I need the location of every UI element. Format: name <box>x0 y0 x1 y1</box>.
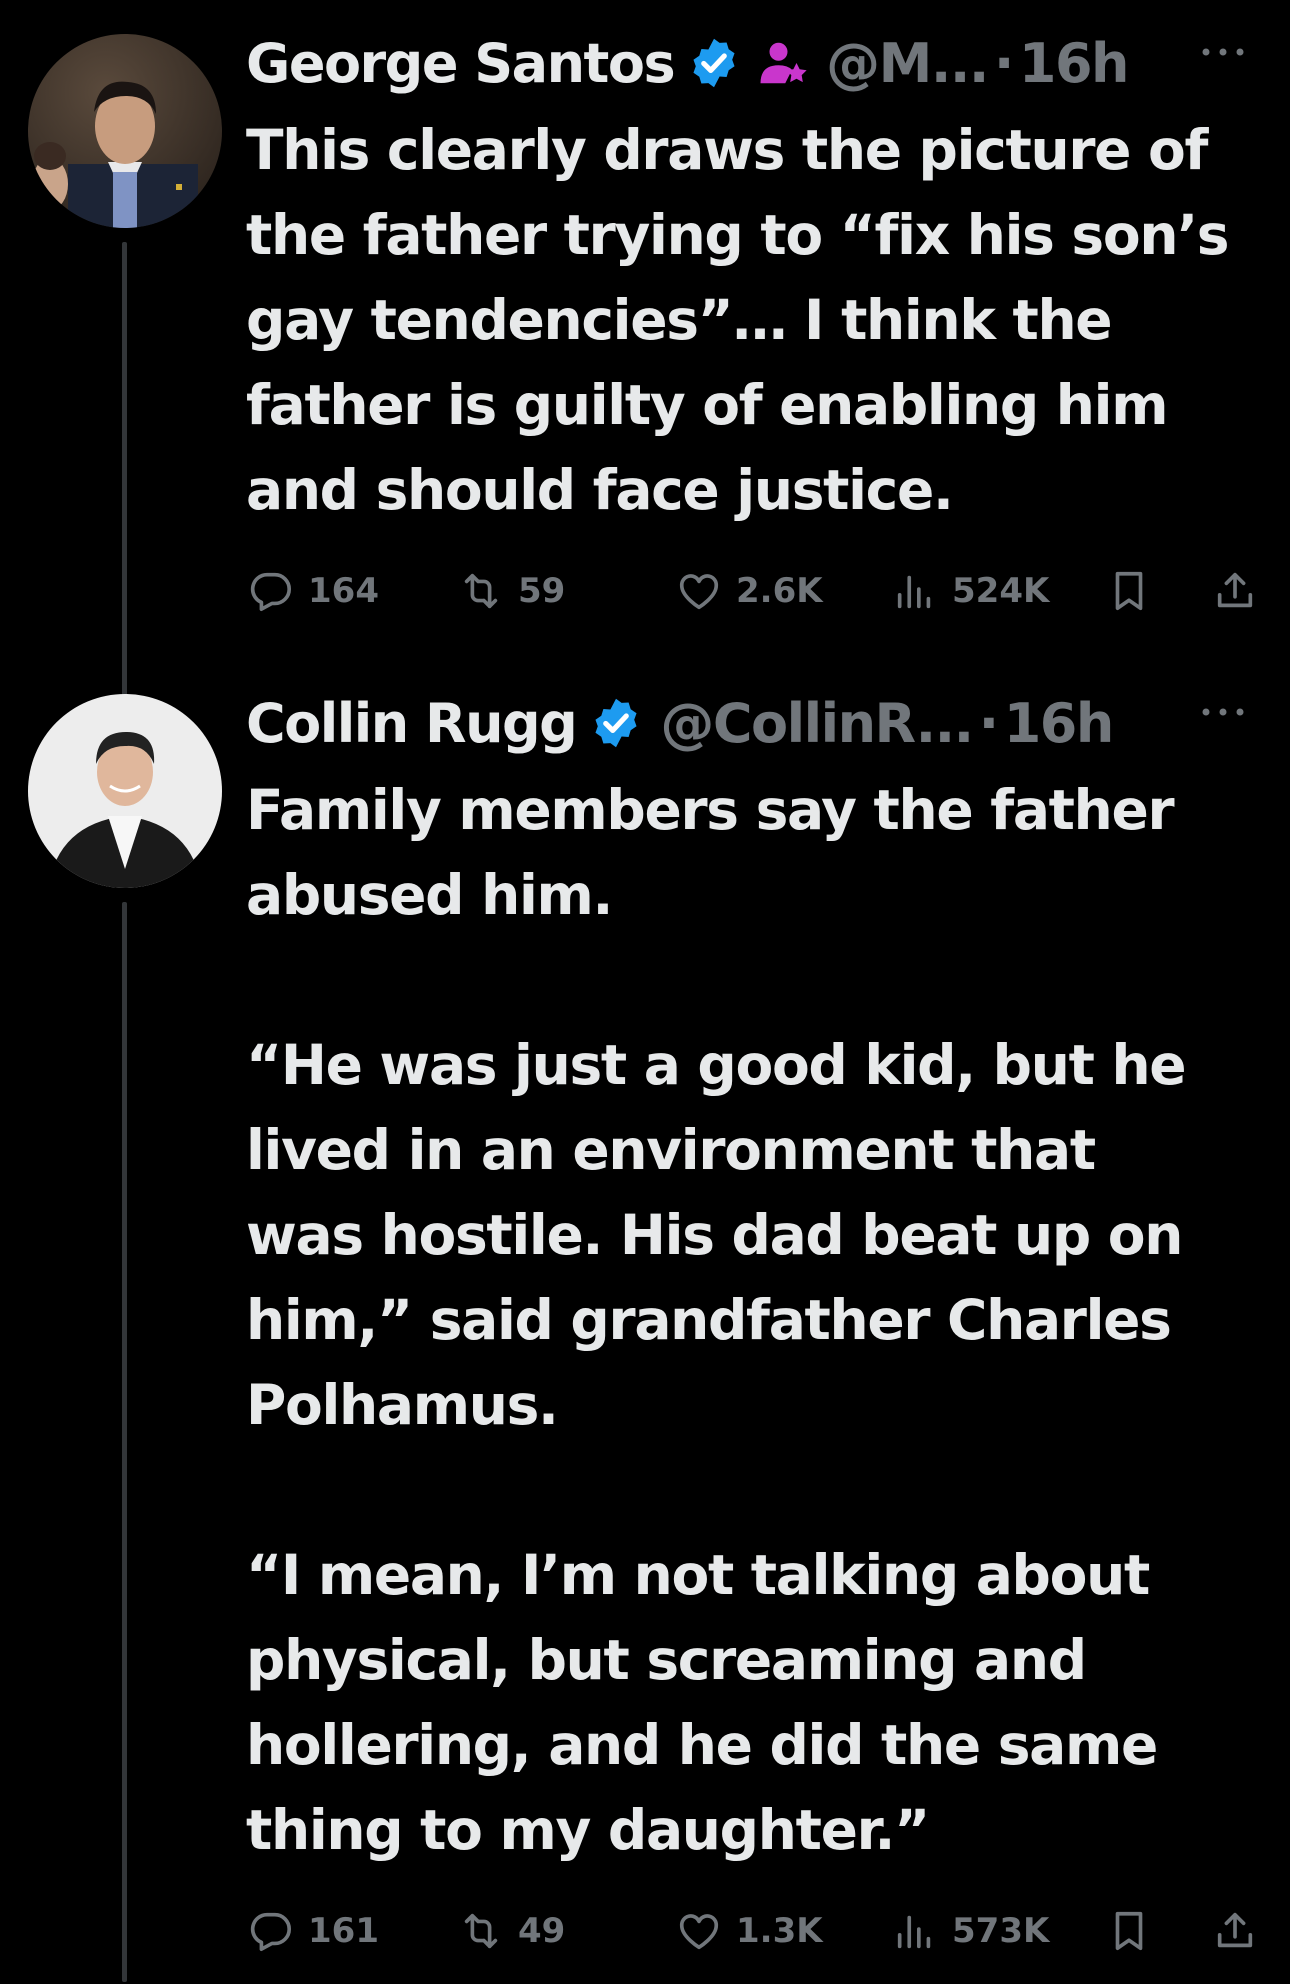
action-bar: 161 49 1.3K 573K <box>246 1901 1256 1961</box>
bookmark-button[interactable] <box>1106 561 1152 621</box>
views-count: 524K <box>952 571 1050 611</box>
more-icon[interactable] <box>1198 42 1248 62</box>
share-button[interactable] <box>1212 1901 1258 1961</box>
thread-line <box>122 242 127 708</box>
views-button[interactable]: 573K <box>892 1901 1049 1961</box>
affiliate-badge-icon[interactable] <box>756 36 810 90</box>
verified-badge-icon[interactable] <box>686 35 742 91</box>
reply-button[interactable]: 161 <box>248 1901 379 1961</box>
author-handle[interactable]: @M... <box>826 32 989 95</box>
like-icon <box>679 574 719 610</box>
reply-count: 161 <box>308 1911 379 1951</box>
reply-count: 164 <box>308 571 379 611</box>
thread-line <box>122 902 127 1982</box>
tweet-text: Family members say the father abused him… <box>246 778 1187 1862</box>
views-count: 573K <box>952 1911 1050 1951</box>
like-count: 2.6K <box>736 571 823 611</box>
author-handle[interactable]: @CollinR... <box>660 692 974 755</box>
timestamp[interactable]: 16h <box>1019 32 1130 95</box>
tweet-header: George Santos @M... · 16h <box>246 28 1256 98</box>
author-name[interactable]: Collin Rugg <box>246 692 578 755</box>
repost-button[interactable]: 49 <box>458 1901 565 1961</box>
like-button[interactable]: 1.3K <box>676 1901 823 1961</box>
separator-dot: · <box>978 691 1000 755</box>
share-button[interactable] <box>1212 561 1258 621</box>
tweet-header: Collin Rugg @CollinR... · 16h <box>246 688 1256 758</box>
avatar-photo <box>28 34 222 228</box>
repost-button[interactable]: 59 <box>458 561 565 621</box>
reply-icon <box>250 572 291 612</box>
bookmark-button[interactable] <box>1106 1901 1152 1961</box>
reply-button[interactable]: 164 <box>248 561 379 621</box>
author-name[interactable]: George Santos <box>246 32 676 95</box>
views-icon <box>897 1915 931 1949</box>
views-icon <box>897 575 931 609</box>
verified-badge-icon[interactable] <box>588 695 644 751</box>
avatar[interactable] <box>28 694 222 888</box>
avatar-photo <box>28 694 222 888</box>
bookmark-icon <box>1115 1911 1143 1951</box>
reply-icon <box>250 1912 291 1952</box>
like-button[interactable]: 2.6K <box>676 561 823 621</box>
tweet-content: Collin Rugg @CollinR... · 16h Family mem… <box>246 688 1256 1961</box>
bookmark-icon <box>1115 571 1143 611</box>
share-icon <box>1217 1912 1253 1948</box>
repost-icon <box>464 1913 498 1949</box>
separator-dot: · <box>993 31 1015 95</box>
repost-count: 59 <box>518 571 566 611</box>
share-icon <box>1217 572 1253 608</box>
repost-count: 49 <box>518 1911 566 1951</box>
like-icon <box>679 1914 719 1950</box>
views-button[interactable]: 524K <box>892 561 1049 621</box>
more-icon[interactable] <box>1198 702 1248 722</box>
like-count: 1.3K <box>736 1911 823 1951</box>
action-bar: 164 59 2.6K 524K <box>246 561 1256 621</box>
repost-icon <box>464 573 498 609</box>
avatar[interactable] <box>28 34 222 228</box>
timestamp[interactable]: 16h <box>1004 692 1115 755</box>
tweet-text: This clearly draws the picture of the fa… <box>246 118 1230 522</box>
tweet-content: George Santos @M... · 16h This clearly d… <box>246 28 1256 621</box>
